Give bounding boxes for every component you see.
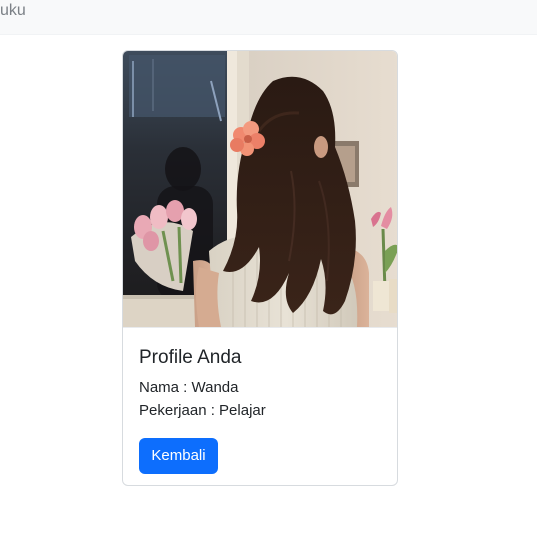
nama-text: Nama : Wanda — [139, 379, 239, 396]
navbar-brand-link[interactable]: uku — [0, 0, 26, 22]
profile-card: Profile Anda Nama : Wanda Pekerjaan : Pe… — [122, 50, 398, 486]
kembali-button[interactable]: Kembali — [139, 438, 218, 474]
card-title: Profile Anda — [139, 347, 242, 368]
profile-photo — [123, 51, 397, 327]
card-body: Profile Anda Nama : Wanda Pekerjaan : Pe… — [123, 327, 397, 485]
pekerjaan-text: Pekerjaan : Pelajar — [139, 402, 266, 419]
top-navbar: uku — [0, 0, 537, 35]
